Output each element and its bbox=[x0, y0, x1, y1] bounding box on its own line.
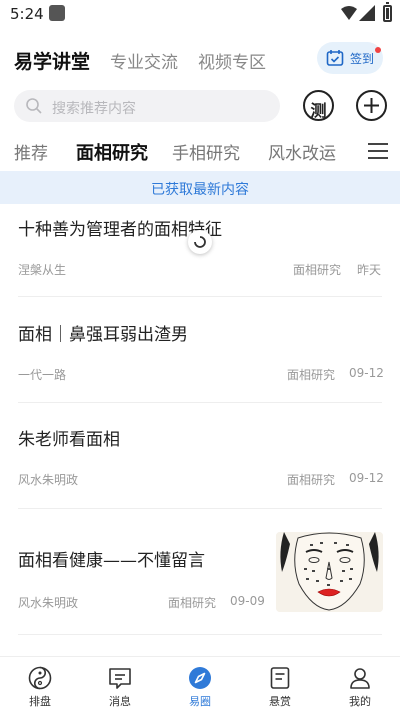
nav-item-mine[interactable]: 我的 bbox=[320, 657, 400, 712]
tab-video-zone[interactable]: 视频专区 bbox=[198, 48, 266, 73]
article-tag: 面相研究 bbox=[168, 596, 217, 610]
spinner-icon bbox=[194, 236, 206, 248]
article-date: 昨天 bbox=[357, 263, 382, 277]
search-placeholder: 搜索推荐内容 bbox=[52, 101, 136, 117]
nav-label: 悬赏 bbox=[269, 695, 291, 708]
category-tabs: 推荐 面相研究 手相研究 风水改运 bbox=[0, 130, 400, 170]
face-diagram-image bbox=[276, 532, 383, 612]
nav-label: 易圈 bbox=[189, 695, 211, 708]
menu-icon[interactable] bbox=[368, 142, 388, 160]
article-thumbnail[interactable] bbox=[276, 532, 383, 612]
article-tag: 面相研究 bbox=[287, 368, 336, 382]
refresh-banner: 已获取最新内容 bbox=[0, 171, 400, 204]
plus-icon bbox=[364, 98, 379, 113]
nav-label: 我的 bbox=[349, 695, 371, 708]
list-item[interactable]: 朱老师看面相 风水朱明政 面相研究 09-12 bbox=[0, 402, 400, 509]
nav-label: 排盘 bbox=[29, 695, 51, 708]
notification-icon bbox=[49, 5, 65, 21]
search-input[interactable]: 搜索推荐内容 bbox=[14, 90, 280, 122]
search-icon bbox=[26, 98, 42, 114]
person-icon bbox=[350, 668, 370, 689]
article-author[interactable]: 涅槃从生 bbox=[18, 261, 66, 278]
message-icon bbox=[109, 668, 131, 689]
refresh-banner-text: 已获取最新内容 bbox=[151, 182, 249, 198]
measure-button[interactable]: 测 bbox=[303, 90, 334, 121]
divider bbox=[18, 634, 382, 635]
tab-professional-exchange[interactable]: 专业交流 bbox=[110, 48, 178, 73]
bottom-nav: 排盘 消息 易圈 悬赏 我的 bbox=[0, 656, 400, 712]
article-date: 09-09 bbox=[230, 594, 265, 608]
category-tab-recommend[interactable]: 推荐 bbox=[14, 139, 48, 164]
checkin-button[interactable]: 签到 bbox=[317, 42, 383, 74]
add-button[interactable] bbox=[356, 90, 387, 121]
article-title: 面相看健康——不懂留言 bbox=[18, 551, 205, 571]
yin-yang-icon bbox=[28, 666, 52, 690]
wifi-icon bbox=[341, 6, 357, 20]
list-item[interactable]: 面相｜鼻强耳弱出渣男 一代一路 面相研究 09-12 bbox=[0, 296, 400, 403]
nav-item-yiquan[interactable]: 易圈 bbox=[160, 657, 240, 712]
article-tag: 面相研究 bbox=[293, 263, 342, 277]
status-bar: 5:24 bbox=[0, 0, 400, 28]
battery-icon bbox=[383, 2, 392, 22]
article-author[interactable]: 风水朱明政 bbox=[18, 471, 78, 488]
nav-item-messages[interactable]: 消息 bbox=[80, 657, 160, 712]
category-tab-palm-reading[interactable]: 手相研究 bbox=[172, 139, 240, 164]
tab-lecture-hall[interactable]: 易学讲堂 bbox=[14, 47, 90, 74]
article-title: 面相｜鼻强耳弱出渣男 bbox=[18, 325, 188, 345]
checkin-badge bbox=[375, 47, 381, 53]
article-title: 朱老师看面相 bbox=[18, 430, 120, 450]
article-tag: 面相研究 bbox=[287, 473, 336, 487]
nav-item-paipan[interactable]: 排盘 bbox=[0, 657, 80, 712]
article-date: 09-12 bbox=[349, 471, 384, 485]
measure-label: 测 bbox=[310, 101, 327, 120]
loading-spinner bbox=[188, 230, 212, 254]
category-tab-face-reading[interactable]: 面相研究 bbox=[76, 139, 148, 165]
calendar-check-icon bbox=[326, 50, 344, 66]
article-author[interactable]: 一代一路 bbox=[18, 366, 66, 383]
category-tab-fengshui[interactable]: 风水改运 bbox=[268, 139, 336, 164]
document-icon bbox=[270, 667, 290, 689]
article-author[interactable]: 风水朱明政 bbox=[18, 594, 78, 611]
nav-item-reward[interactable]: 悬赏 bbox=[240, 657, 320, 712]
compass-icon bbox=[189, 667, 211, 689]
status-time: 5:24 bbox=[10, 5, 44, 23]
article-date: 09-12 bbox=[349, 366, 384, 380]
signal-icon bbox=[359, 5, 375, 21]
checkin-label: 签到 bbox=[350, 52, 375, 66]
nav-label: 消息 bbox=[109, 695, 131, 708]
